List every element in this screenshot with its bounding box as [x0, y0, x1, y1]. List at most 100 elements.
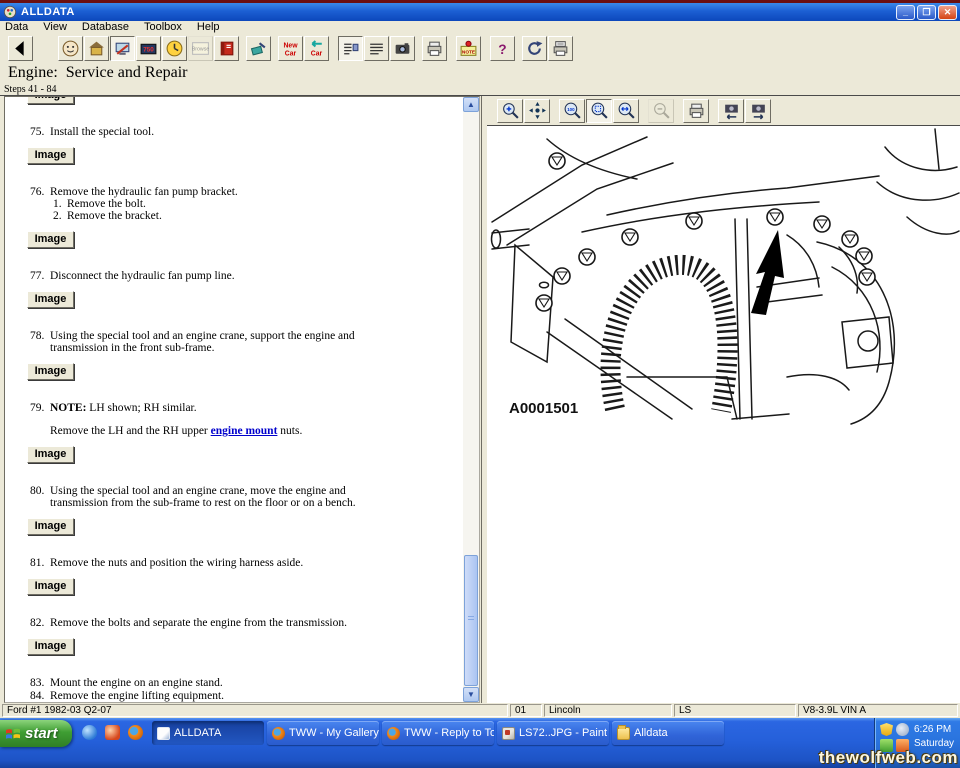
- tray-shield-icon[interactable]: [880, 723, 893, 736]
- tsb-button[interactable]: 750: [136, 36, 161, 61]
- maximize-button[interactable]: ❐: [917, 5, 936, 20]
- step-item: 77.Disconnect the hydraulic fan pump lin…: [5, 270, 463, 282]
- help-icon: ?: [493, 39, 512, 58]
- title-bar[interactable]: ALLDATA _ ❐ ✕: [0, 3, 960, 21]
- repair-view-button[interactable]: [110, 36, 135, 61]
- shop-button[interactable]: [84, 36, 109, 61]
- sub-step-number: 1.: [53, 198, 67, 210]
- menu-database[interactable]: Database: [82, 21, 129, 34]
- previous-car-button[interactable]: Car: [304, 36, 329, 61]
- pan-button[interactable]: [524, 99, 550, 123]
- taskbar-task[interactable]: LS72..JPG - Paint: [497, 721, 609, 745]
- clock-icon: [165, 39, 184, 58]
- print-screen-button[interactable]: [548, 36, 573, 61]
- zoom-in-button[interactable]: [497, 99, 523, 123]
- status-code: 01: [510, 704, 542, 717]
- camera-next-icon: [749, 101, 768, 120]
- windows-flag-icon: [5, 726, 21, 742]
- svg-text:?: ?: [498, 42, 506, 57]
- fit-width-button[interactable]: [613, 99, 639, 123]
- step-text: Using the special tool and an engine cra…: [50, 485, 395, 509]
- book-button[interactable]: [214, 36, 239, 61]
- note-pin-icon: NOTE: [459, 39, 478, 58]
- quicklaunch-browser-icon[interactable]: [82, 725, 97, 740]
- quicklaunch-app-icon[interactable]: [105, 725, 120, 740]
- menu-view[interactable]: View: [43, 21, 67, 34]
- printer-icon: [425, 39, 444, 58]
- zoom-fit-button[interactable]: [586, 99, 612, 123]
- taskbar-task[interactable]: TWW - Reply to Topic...: [382, 721, 494, 745]
- pan-icon: [528, 101, 547, 120]
- status-make: Lincoln: [544, 704, 672, 717]
- print-image-button[interactable]: [683, 99, 709, 123]
- tools-button[interactable]: [246, 36, 271, 61]
- taskbar-task[interactable]: Alldata: [612, 721, 724, 745]
- vehicle-info-button[interactable]: [58, 36, 83, 61]
- steps-list: Image 75.Install the special tool.Image7…: [5, 97, 463, 702]
- status-bar: Ford #1 1982-03 Q2-07 01 Lincoln LS V8-3…: [0, 703, 960, 718]
- svg-text:NOTE: NOTE: [462, 49, 475, 55]
- image-button[interactable]: Image: [27, 147, 74, 164]
- quicklaunch-firefox-icon[interactable]: [128, 725, 143, 740]
- menu-help[interactable]: Help: [197, 21, 220, 34]
- image-button[interactable]: Image: [27, 446, 74, 463]
- view-text-button[interactable]: [364, 36, 389, 61]
- scrollbar-thumb[interactable]: [464, 555, 478, 686]
- image-button[interactable]: Image: [27, 291, 74, 308]
- taskbar-task[interactable]: TWW - My Gallery - M...: [267, 721, 379, 745]
- view-text-image-button[interactable]: [338, 36, 363, 61]
- step-text: NOTE: LH shown; RH similar.Remove the LH…: [50, 402, 395, 437]
- image-button[interactable]: Image: [27, 638, 74, 655]
- app-icon: [3, 5, 17, 19]
- image-button-clipped[interactable]: Image: [27, 97, 74, 104]
- taskbar-task[interactable]: ALLDATA: [152, 721, 264, 745]
- tsb-display-icon: 750: [139, 39, 158, 58]
- minimize-button[interactable]: _: [896, 5, 915, 20]
- image-button[interactable]: Image: [27, 231, 74, 248]
- parts-labor-button[interactable]: [162, 36, 187, 61]
- menu-data[interactable]: Data: [5, 21, 28, 34]
- add-note-button[interactable]: NOTE: [456, 36, 481, 61]
- start-button[interactable]: start: [0, 720, 72, 747]
- browse-button[interactable]: Browse: [188, 36, 213, 61]
- image-button[interactable]: Image: [27, 518, 74, 535]
- svg-text:New: New: [283, 42, 298, 49]
- image-button[interactable]: Image: [27, 363, 74, 380]
- engine-mount-link[interactable]: engine mount: [211, 425, 278, 437]
- back-button[interactable]: [8, 36, 33, 61]
- tray-gray-icon[interactable]: [896, 723, 909, 736]
- close-button[interactable]: ✕: [938, 5, 957, 20]
- print-button[interactable]: [422, 36, 447, 61]
- image-button[interactable]: Image: [27, 578, 74, 595]
- vertical-scrollbar[interactable]: ▲ ▼: [463, 97, 479, 702]
- sub-step-number: 2.: [53, 210, 67, 222]
- help-button[interactable]: ?: [490, 36, 515, 61]
- sub-step: 1.Remove the bolt.: [53, 198, 395, 210]
- scroll-down-button[interactable]: ▼: [463, 687, 479, 702]
- step-line-2: Remove the LH and the RH upper engine mo…: [50, 425, 395, 437]
- taskbar-task-label: TWW - My Gallery - M...: [289, 727, 379, 739]
- camera-previous-icon: [722, 101, 741, 120]
- text-image-view-icon: [341, 39, 360, 58]
- step-line: Remove the nuts and position the wiring …: [50, 557, 395, 569]
- svg-text:100: 100: [567, 107, 575, 112]
- svg-text:750: 750: [143, 47, 154, 54]
- image-toolbar: 100: [487, 96, 960, 126]
- next-image-button[interactable]: [745, 99, 771, 123]
- status-engine: V8-3.9L VIN A: [798, 704, 958, 717]
- tray-clock[interactable]: 6:26 PM: [914, 723, 954, 737]
- printer-sheet-icon: [551, 39, 570, 58]
- new-car-button[interactable]: New Car: [278, 36, 303, 61]
- scroll-up-button[interactable]: ▲: [463, 97, 479, 112]
- garage-icon: [87, 39, 106, 58]
- refresh-button[interactable]: [522, 36, 547, 61]
- diagram-label: A0001501: [509, 400, 578, 417]
- step-item: 78.Using the special tool and an engine …: [5, 330, 463, 354]
- zoom-100-button[interactable]: 100: [559, 99, 585, 123]
- step-line: Using the special tool and an engine cra…: [50, 330, 395, 354]
- step-text: Remove the nuts and position the wiring …: [50, 557, 395, 569]
- previous-image-button[interactable]: [718, 99, 744, 123]
- menu-toolbox[interactable]: Toolbox: [144, 21, 182, 34]
- view-image-button[interactable]: [390, 36, 415, 61]
- step-line: Remove the engine lifting equipment.: [50, 690, 395, 702]
